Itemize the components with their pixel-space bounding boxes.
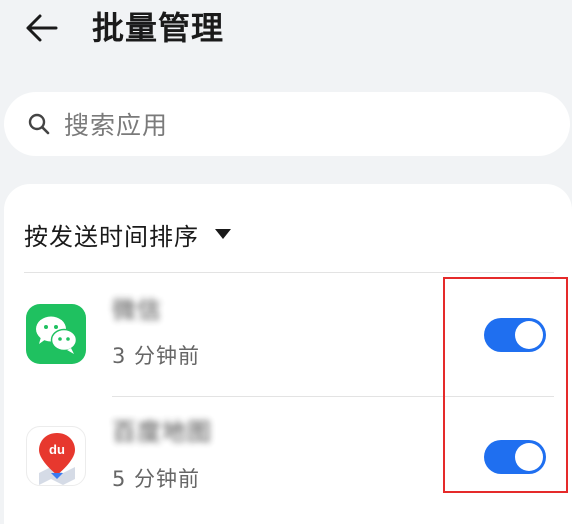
list-item: du 百度地图 5 分钟前 (4, 398, 572, 518)
app-list-card: 按发送时间排序 微信 3 分钟前 du 百度地图 5 分钟前 (4, 184, 572, 524)
header: 批量管理 (0, 0, 572, 62)
search-placeholder: 搜索应用 (64, 111, 169, 140)
arrow-left-icon (26, 14, 58, 42)
toggle-knob (515, 321, 543, 349)
back-button[interactable] (18, 6, 66, 50)
app-name: 百度地图 (112, 418, 212, 446)
notification-toggle[interactable] (484, 440, 546, 474)
app-name: 微信 (112, 296, 162, 324)
baidu-map-icon: du (26, 426, 86, 486)
divider (112, 396, 554, 397)
sort-dropdown[interactable]: 按发送时间排序 (24, 212, 231, 256)
search-input[interactable]: 搜索应用 (4, 92, 570, 156)
toggle-knob (515, 443, 543, 471)
page-title: 批量管理 (92, 9, 225, 47)
app-time: 3 分钟前 (112, 344, 201, 368)
notification-toggle[interactable] (484, 318, 546, 352)
divider (24, 272, 554, 273)
list-item: 微信 3 分钟前 (4, 274, 572, 394)
wechat-icon (26, 304, 86, 364)
caret-down-icon (215, 229, 231, 239)
svg-text:du: du (49, 442, 65, 457)
search-icon (26, 111, 52, 137)
sort-label: 按发送时间排序 (24, 222, 199, 251)
app-time: 5 分钟前 (112, 467, 201, 491)
